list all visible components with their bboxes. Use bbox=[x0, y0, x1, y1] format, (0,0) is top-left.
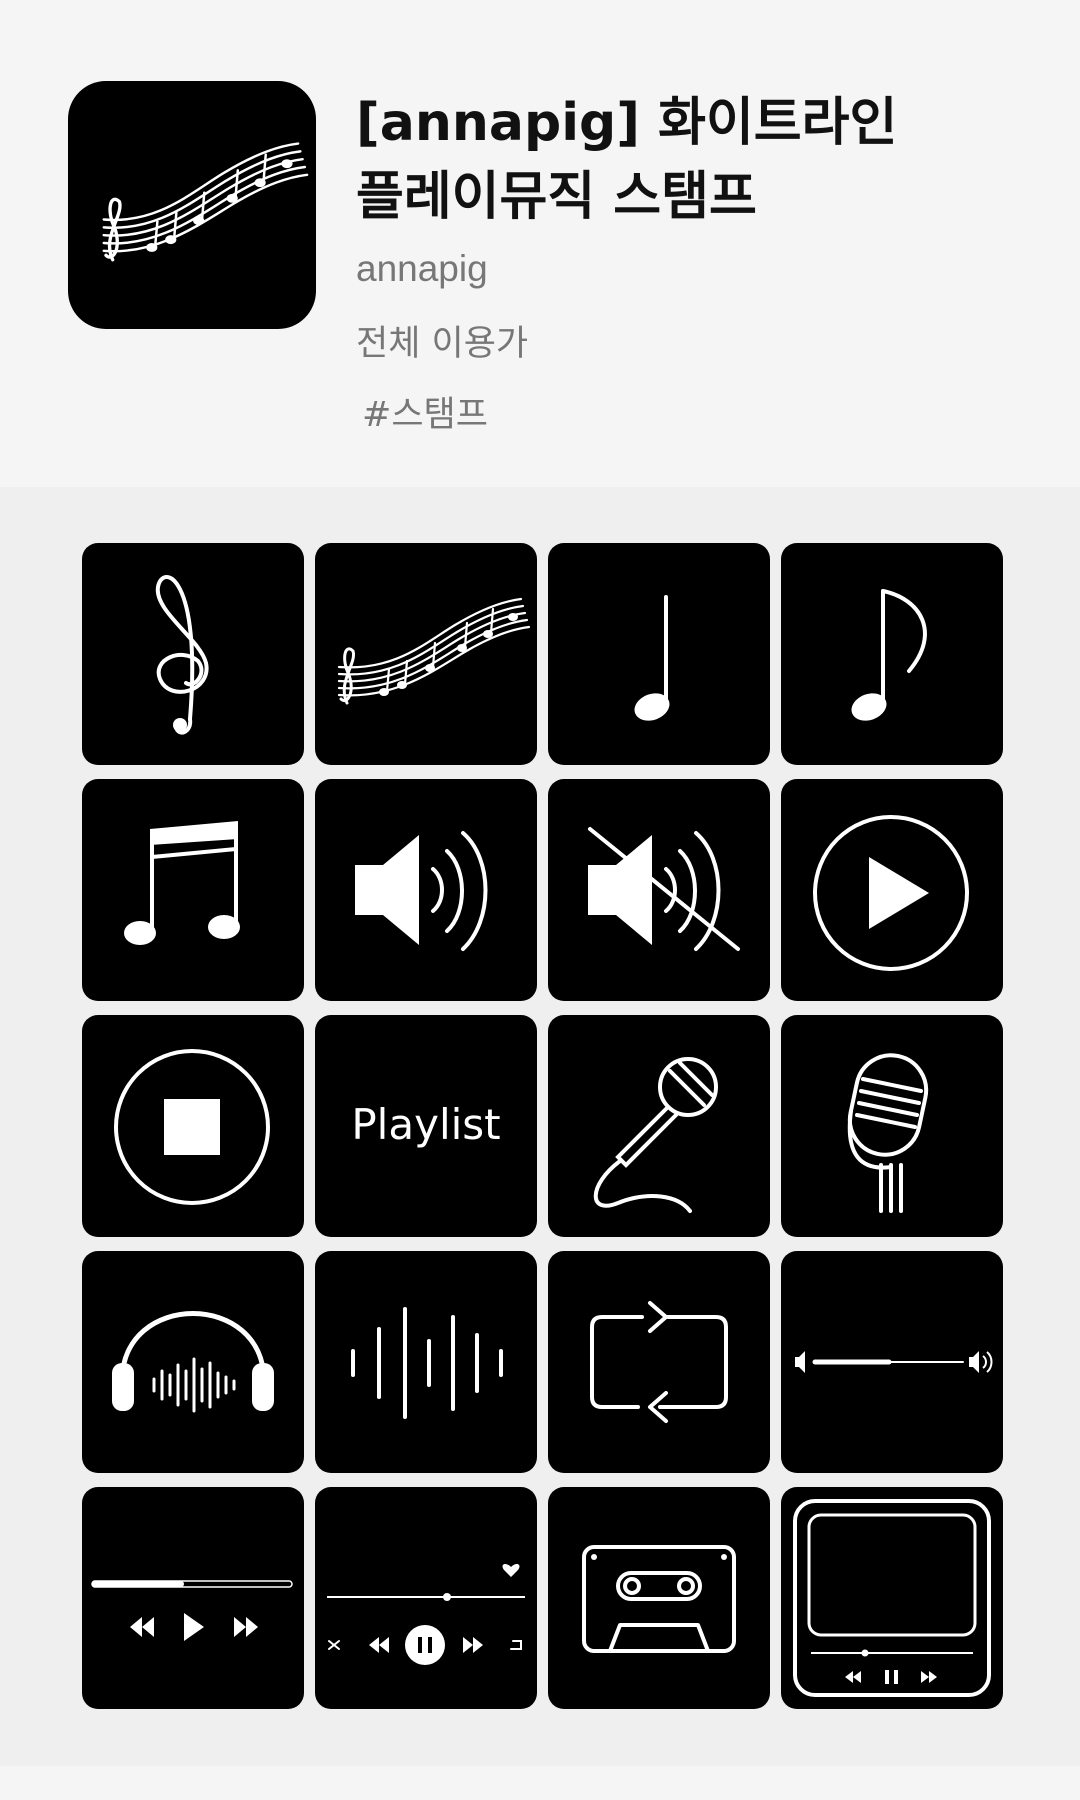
hashtag-link[interactable]: #스탬프 bbox=[362, 386, 488, 437]
stamp-tile[interactable] bbox=[315, 1487, 537, 1709]
stamp-tile[interactable] bbox=[548, 543, 770, 765]
page-footer bbox=[0, 1766, 1080, 1800]
sticker-thumbnail bbox=[68, 81, 316, 329]
sound-wave-icon bbox=[351, 1307, 503, 1419]
repeat-icon bbox=[590, 1301, 728, 1423]
stamp-tile[interactable] bbox=[548, 779, 770, 1001]
playlist-text-icon: Playlist bbox=[351, 1100, 500, 1149]
sticker-title: [annapig] 화이트라인 플레이뮤직 스탬프 bbox=[356, 86, 1036, 234]
beamed-notes-icon bbox=[124, 821, 240, 945]
stamp-tile[interactable] bbox=[82, 1015, 304, 1237]
play-circle-icon bbox=[813, 815, 969, 971]
handheld-microphone-icon bbox=[593, 1057, 718, 1213]
author-name[interactable]: annapig bbox=[356, 248, 488, 290]
speaker-icon bbox=[355, 831, 488, 951]
stamp-tile[interactable] bbox=[315, 543, 537, 765]
eighth-note-icon bbox=[851, 589, 927, 721]
music-staff-icon bbox=[102, 142, 309, 262]
age-rating: 전체 이용가 bbox=[356, 324, 529, 364]
stamp-tile[interactable] bbox=[548, 1487, 770, 1709]
sticker-title-line2: 플레이뮤직 스탬프 bbox=[356, 167, 757, 227]
stamp-tile[interactable] bbox=[82, 1251, 304, 1473]
stamp-grid: Playlist bbox=[82, 543, 1003, 1709]
sticker-header: [annapig] 화이트라인 플레이뮤직 스탬프 annapig 전체 이용가… bbox=[0, 0, 1080, 487]
stamp-tile[interactable] bbox=[315, 1251, 537, 1473]
stop-circle-icon bbox=[114, 1049, 270, 1205]
stamp-grid-area: Playlist bbox=[0, 487, 1080, 1766]
stamp-tile[interactable] bbox=[315, 779, 537, 1001]
player-controls-shuffle-icon bbox=[327, 1564, 525, 1665]
stamp-tile[interactable] bbox=[781, 1487, 1003, 1709]
stamp-tile[interactable] bbox=[548, 1251, 770, 1473]
sticker-title-line1: [annapig] 화이트라인 bbox=[356, 93, 898, 153]
music-player-screen-icon bbox=[793, 1499, 991, 1697]
music-staff-icon bbox=[337, 597, 531, 705]
treble-clef-icon bbox=[155, 575, 209, 735]
stamp-tile[interactable] bbox=[82, 1487, 304, 1709]
stamp-tile[interactable] bbox=[781, 779, 1003, 1001]
headphones-icon bbox=[112, 1311, 274, 1413]
quarter-note-icon bbox=[634, 595, 670, 721]
stamp-tile[interactable] bbox=[781, 1015, 1003, 1237]
stamp-tile[interactable] bbox=[82, 779, 304, 1001]
cassette-tape-icon bbox=[582, 1545, 736, 1653]
volume-slider-icon bbox=[795, 1351, 993, 1373]
stamp-tile[interactable] bbox=[82, 543, 304, 765]
stamp-tile[interactable]: Playlist bbox=[315, 1015, 537, 1237]
studio-microphone-icon bbox=[847, 1053, 929, 1213]
stamp-tile[interactable] bbox=[781, 543, 1003, 765]
playlist-label: Playlist bbox=[351, 1100, 500, 1149]
player-controls-icon bbox=[91, 1580, 293, 1641]
speaker-muted-icon bbox=[588, 827, 740, 951]
stamp-tile[interactable] bbox=[781, 1251, 1003, 1473]
stamp-tile[interactable] bbox=[548, 1015, 770, 1237]
